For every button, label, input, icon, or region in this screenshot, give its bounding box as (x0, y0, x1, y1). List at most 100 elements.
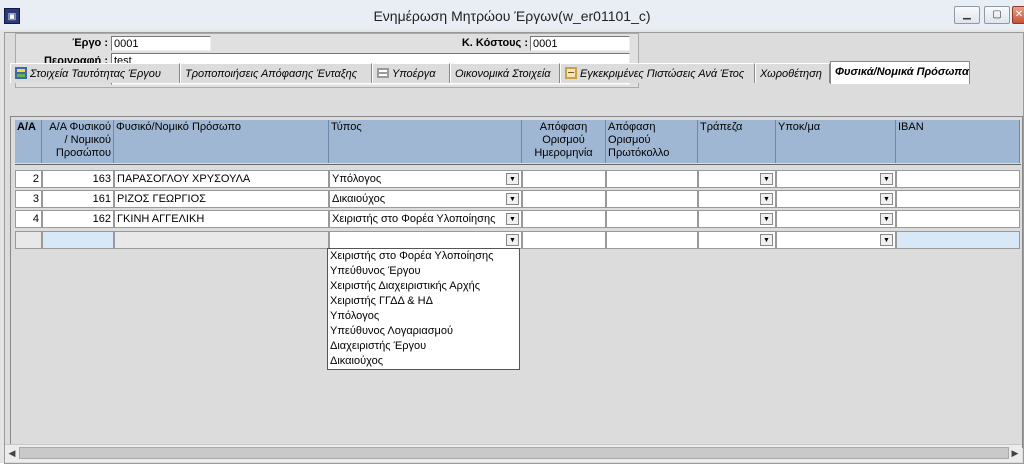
cell-aa-prosopou[interactable] (42, 231, 114, 249)
cell-iban[interactable] (896, 190, 1020, 208)
horizontal-scrollbar[interactable]: ◀ ▶ (5, 444, 1022, 462)
cell-prosopo[interactable]: ΓΚΙΝΗ ΑΓΓΕΛΙΚΗ (114, 210, 329, 228)
table-row[interactable]: 3 161 ΡΙΖΟΣ ΓΕΩΡΓΙΟΣ Δικαιούχος ▼ ▼ ▼ (15, 190, 1021, 208)
cell-apofasi-imerominia[interactable] (522, 170, 606, 188)
dropdown-arrow-icon[interactable]: ▼ (760, 213, 773, 225)
col-header-trapeza[interactable]: Τράπεζα (698, 120, 776, 163)
cell-typos-value: Υπόλογος (332, 173, 382, 185)
col-header-ypokatastima[interactable]: Υποκ/μα (776, 120, 896, 163)
cell-apofasi-protokollo[interactable] (606, 170, 698, 188)
dropdown-arrow-icon[interactable]: ▼ (506, 234, 519, 246)
cell-trapeza[interactable]: ▼ (698, 190, 776, 208)
cell-typos-value: Χειριστής στο Φορέα Υλοποίησης (332, 213, 496, 225)
cell-aa[interactable] (15, 231, 42, 249)
kostous-label: Κ. Κόστους : (461, 37, 528, 49)
cell-typos[interactable]: Δικαιούχος ▼ (329, 190, 522, 208)
close-button[interactable]: ✕ (1012, 6, 1024, 24)
tab-tropopoiiseis[interactable]: Τροποποιήσεις Απόφασης Ένταξης (180, 63, 372, 83)
cell-prosopo[interactable]: ΠΑΡΑΣΟΓΛΟΥ ΧΡΥΣΟΥΛΑ (114, 170, 329, 188)
dropdown-arrow-icon[interactable]: ▼ (760, 173, 773, 185)
dropdown-arrow-icon[interactable]: ▼ (506, 173, 519, 185)
maximize-button[interactable]: ▢ (984, 6, 1010, 24)
dropdown-option[interactable]: Δικαιούχος (328, 354, 519, 369)
credits-icon (565, 67, 577, 79)
table-row[interactable]: 4 162 ΓΚΙΝΗ ΑΓΓΕΛΙΚΗ Χειριστής στο Φορέα… (15, 210, 1021, 228)
tab-label: Τροποποιήσεις Απόφασης Ένταξης (185, 68, 358, 80)
tab-label: Οικονομικά Στοιχεία (455, 68, 551, 80)
tab-label: Εγκεκριμένες Πιστώσεις Ανά Έτος (580, 68, 745, 80)
cell-trapeza[interactable]: ▼ (698, 170, 776, 188)
cell-aa-prosopou[interactable]: 163 (42, 170, 114, 188)
dropdown-arrow-icon[interactable]: ▼ (880, 193, 893, 205)
dropdown-arrow-icon[interactable]: ▼ (506, 213, 519, 225)
cell-typos-value: Δικαιούχος (332, 193, 385, 205)
cell-typos[interactable]: Υπόλογος ▼ (329, 170, 522, 188)
dropdown-arrow-icon[interactable]: ▼ (880, 173, 893, 185)
project-id-icon (15, 67, 27, 79)
cell-ypokatastima[interactable]: ▼ (776, 190, 896, 208)
tab-egkekrimenes-pistoseis[interactable]: Εγκεκριμένες Πιστώσεις Ανά Έτος (560, 63, 755, 83)
typos-dropdown-list[interactable]: Χειριστής στο Φορέα Υλοποίησης Υπεύθυνος… (327, 248, 520, 370)
tab-bar: Στοιχεία Ταυτότητας Έργου Τροποποιήσεις … (10, 61, 1010, 84)
cell-iban[interactable] (896, 210, 1020, 228)
dropdown-arrow-icon[interactable]: ▼ (760, 193, 773, 205)
scroll-left-icon[interactable]: ◀ (5, 447, 19, 460)
dropdown-arrow-icon[interactable]: ▼ (880, 213, 893, 225)
cell-apofasi-protokollo[interactable] (606, 190, 698, 208)
col-header-apofasi-imerominia[interactable]: Απόφαση Ορισμού Ημερομηνία (522, 120, 606, 163)
tab-fysika-nomika-prosopa[interactable]: Φυσικά/Νομικά Πρόσωπα (830, 61, 970, 84)
cell-ypokatastima[interactable]: ▼ (776, 210, 896, 228)
cell-typos[interactable]: Χειριστής στο Φορέα Υλοποίησης ▼ (329, 210, 522, 228)
cell-aa-prosopou[interactable]: 162 (42, 210, 114, 228)
header-separator (15, 164, 1021, 165)
cell-apofasi-imerominia[interactable] (522, 231, 606, 249)
tab-label: Υποέργα (392, 68, 436, 80)
col-header-apofasi-protokollo[interactable]: Απόφαση Ορισμού Πρωτόκολλο (606, 120, 698, 163)
scroll-thumb[interactable] (19, 447, 1009, 459)
cell-apofasi-imerominia[interactable] (522, 190, 606, 208)
tab-label: Φυσικά/Νομικά Πρόσωπα (835, 66, 969, 78)
cell-aa[interactable]: 3 (15, 190, 42, 208)
cell-aa[interactable]: 4 (15, 210, 42, 228)
cell-aa[interactable]: 2 (15, 170, 42, 188)
cell-ypokatastima[interactable]: ▼ (776, 231, 896, 249)
dropdown-option[interactable]: Υπεύθυνος Λογαριασμού (328, 324, 519, 339)
ergo-label: Έργο : (72, 37, 108, 49)
minimize-button[interactable]: ▁ (954, 6, 980, 24)
cell-prosopo[interactable]: ΡΙΖΟΣ ΓΕΩΡΓΙΟΣ (114, 190, 329, 208)
tab-oikonomika[interactable]: Οικονομικά Στοιχεία (450, 63, 560, 83)
tab-ypoerga[interactable]: Υποέργα (372, 63, 450, 83)
cell-prosopo[interactable] (114, 231, 329, 249)
cell-iban[interactable] (896, 170, 1020, 188)
dropdown-arrow-icon[interactable]: ▼ (880, 234, 893, 246)
cell-ypokatastima[interactable]: ▼ (776, 170, 896, 188)
cell-apofasi-imerominia[interactable] (522, 210, 606, 228)
dropdown-option[interactable]: Διαχειριστής Έργου (328, 339, 519, 354)
dropdown-option[interactable]: Χειριστής Διαχειριστικής Αρχής (328, 279, 519, 294)
cell-iban[interactable] (896, 231, 1020, 249)
scroll-right-icon[interactable]: ▶ (1008, 447, 1022, 460)
col-header-typos[interactable]: Τύπος (329, 120, 522, 163)
cell-aa-prosopou[interactable]: 161 (42, 190, 114, 208)
dropdown-arrow-icon[interactable]: ▼ (760, 234, 773, 246)
table-row-new[interactable]: ▼ ▼ ▼ (15, 231, 1021, 249)
table-row[interactable]: 2 163 ΠΑΡΑΣΟΓΛΟΥ ΧΡΥΣΟΥΛΑ Υπόλογος ▼ ▼ ▼ (15, 170, 1021, 188)
col-header-prosopo[interactable]: Φυσικό/Νομικό Πρόσωπο (114, 120, 329, 163)
cell-apofasi-protokollo[interactable] (606, 210, 698, 228)
col-header-aa[interactable]: Α/Α (15, 120, 42, 163)
dropdown-option[interactable]: Χειριστής ΓΓΔΔ & ΗΔ (328, 294, 519, 309)
col-header-iban[interactable]: IBAN (896, 120, 1020, 163)
tab-stoixeia-taftotitas[interactable]: Στοιχεία Ταυτότητας Έργου (10, 63, 180, 83)
cell-typos[interactable]: ▼ (329, 231, 522, 249)
cell-trapeza[interactable]: ▼ (698, 210, 776, 228)
dropdown-arrow-icon[interactable]: ▼ (506, 193, 519, 205)
col-header-aa-prosopou[interactable]: Α/Α Φυσικού / Νομικού Προσώπου (42, 120, 114, 163)
dropdown-option[interactable]: Χειριστής στο Φορέα Υλοποίησης (328, 249, 519, 264)
tab-xorothetisi[interactable]: Χωροθέτηση (755, 63, 830, 83)
dropdown-option[interactable]: Υπεύθυνος Έργου (328, 264, 519, 279)
kostous-field[interactable]: 0001 (530, 36, 630, 51)
dropdown-option[interactable]: Υπόλογος (328, 309, 519, 324)
ergo-field[interactable]: 0001 (111, 36, 211, 51)
cell-apofasi-protokollo[interactable] (606, 231, 698, 249)
cell-trapeza[interactable]: ▼ (698, 231, 776, 249)
